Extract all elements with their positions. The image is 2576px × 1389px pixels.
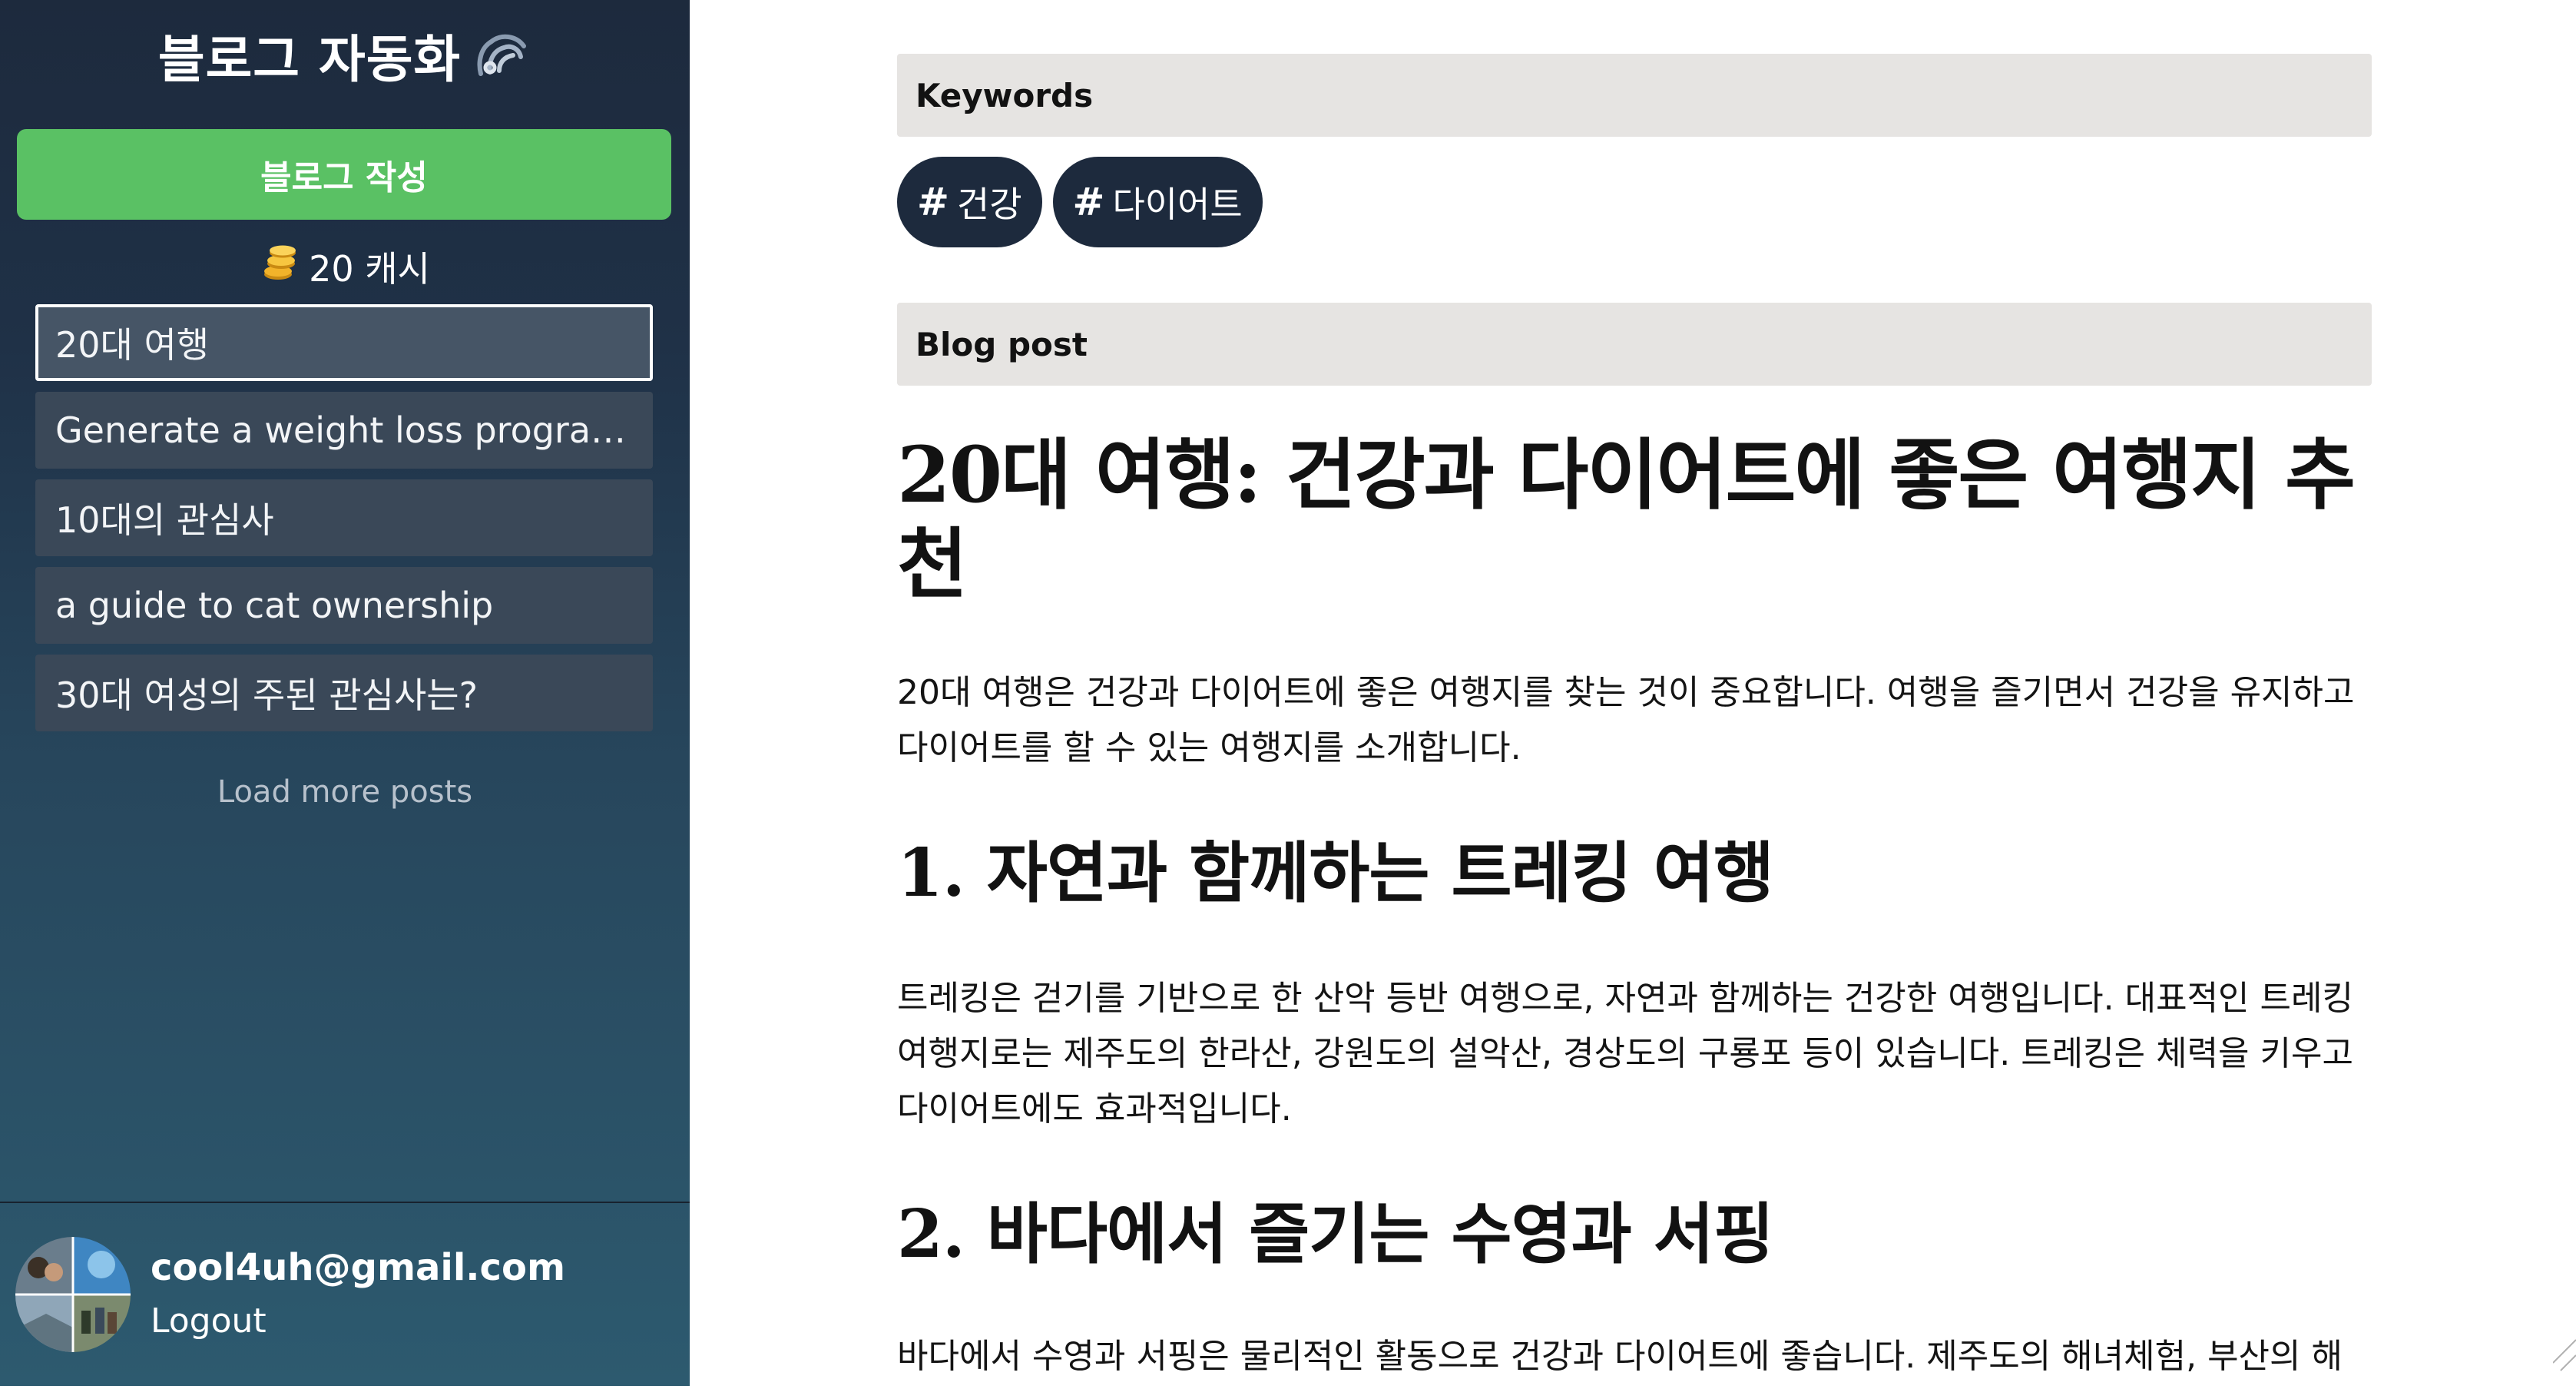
main-content: Keywords # 건강 # 다이어트 Blog post 20대 여행: 건…	[897, 0, 2372, 1386]
resize-corner[interactable]	[2552, 1309, 2576, 1386]
cash-balance: 20 캐시	[0, 238, 690, 295]
sidebar: 블로그 자동화 블로그 작성 20 캐시 20대 여행 Generate a w…	[0, 0, 690, 1386]
post-item[interactable]: a guide to cat ownership	[35, 567, 653, 644]
hash-icon: #	[1072, 180, 1105, 224]
blog-article: 20대 여행: 건강과 다이어트에 좋은 여행지 추천 20대 여행은 건강과 …	[897, 430, 2372, 1384]
keyword-chip-label: 건강	[956, 184, 1022, 225]
post-item[interactable]: Generate a weight loss program ...	[35, 392, 653, 469]
post-item[interactable]: 10대의 관심사	[35, 479, 653, 556]
brand-title: 블로그 자동화	[157, 30, 462, 89]
keyword-chip-label: 다이어트	[1112, 184, 1243, 225]
blog-post-heading: Blog post	[897, 303, 2372, 386]
post-list: 20대 여행 Generate a weight loss program ..…	[35, 304, 653, 742]
coin-stack-icon	[260, 242, 301, 292]
post-item[interactable]: 30대 여성의 주된 관심사는?	[35, 655, 653, 731]
post-item-label: 20대 여행	[55, 324, 210, 366]
user-panel: cool4uh@gmail.com Logout	[15, 1237, 676, 1352]
cash-label: 20 캐시	[309, 248, 430, 290]
write-blog-button[interactable]: 블로그 작성	[17, 129, 671, 220]
user-email: cool4uh@gmail.com	[151, 1246, 565, 1289]
section-heading: 2. 바다에서 즐기는 수영과 서핑	[897, 1195, 1774, 1273]
sidebar-divider	[0, 1202, 690, 1203]
keyword-chips: # 건강 # 다이어트	[897, 157, 1263, 247]
article-title: 20대 여행: 건강과 다이어트에 좋은 여행지 추천	[897, 429, 2356, 609]
post-item-label: 10대의 관심사	[55, 499, 274, 541]
avatar[interactable]	[15, 1237, 131, 1352]
load-more-posts-link[interactable]: Load more posts	[0, 765, 690, 819]
keyword-chip[interactable]: # 건강	[897, 157, 1042, 247]
brand-header: 블로그 자동화	[0, 17, 690, 94]
article-intro: 20대 여행은 건강과 다이어트에 좋은 여행지를 찾는 것이 중요합니다. 여…	[897, 673, 2355, 767]
keyword-chip[interactable]: # 다이어트	[1052, 157, 1263, 247]
post-item[interactable]: 20대 여행	[35, 304, 653, 381]
logout-link[interactable]: Logout	[151, 1301, 267, 1341]
hash-icon: #	[917, 180, 949, 224]
post-item-label: 30대 여성의 주된 관심사는?	[55, 675, 478, 716]
keywords-heading: Keywords	[897, 54, 2372, 137]
swirl-logo-icon	[473, 25, 531, 86]
post-item-label: a guide to cat ownership	[55, 585, 494, 626]
section-heading: 1. 자연과 함께하는 트레킹 여행	[897, 834, 1774, 912]
section-body: 트레킹은 걷기를 기반으로 한 산악 등반 여행으로, 자연과 함께하는 건강한…	[897, 979, 2353, 1129]
section-body: 바다에서 수영과 서핑은 물리적인 활동으로 건강과 다이어트에 좋습니다. 제…	[897, 1337, 2343, 1376]
post-item-label: Generate a weight loss program ...	[55, 409, 633, 451]
